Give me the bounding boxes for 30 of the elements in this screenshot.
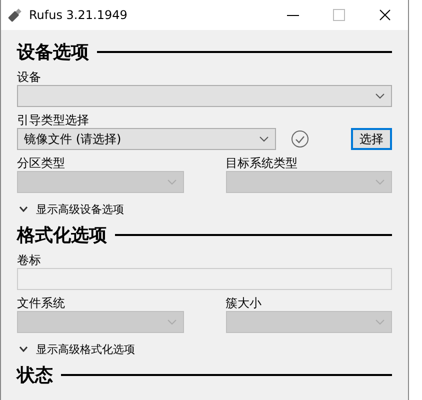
- field-label: 目标系统类型: [226, 155, 298, 171]
- field-label: 引导类型选择: [17, 112, 90, 128]
- field-label: 文件系统: [17, 295, 66, 311]
- close-icon: [379, 9, 391, 21]
- input-field[interactable]: [17, 268, 392, 290]
- field-label: 卷标: [17, 252, 42, 268]
- expander-toggle[interactable]: 显示高级设备选项: [17, 201, 124, 217]
- expander-toggle[interactable]: 显示高级格式化选项: [17, 341, 135, 357]
- chevron-down-icon: [375, 179, 385, 185]
- chevron-down-icon: [166, 179, 176, 185]
- usb-drive-icon: [7, 7, 23, 23]
- field-label: 分区类型: [17, 155, 66, 171]
- chevron-down-icon: [166, 319, 176, 325]
- maximize-icon: [333, 9, 345, 21]
- select-button[interactable]: 选择: [351, 128, 392, 150]
- chevron-down-icon: [259, 136, 269, 142]
- chevron-down-icon: [375, 319, 385, 325]
- chevron-down-icon: [375, 93, 385, 99]
- section-heading: 状态: [17, 364, 53, 387]
- dropdown[interactable]: 镜像文件 (请选择): [17, 128, 276, 150]
- dropdown[interactable]: [17, 85, 392, 107]
- field-label: 簇大小: [226, 295, 262, 311]
- minimize-icon: [287, 14, 299, 16]
- field-label: 设备: [17, 69, 42, 85]
- chevron-icon: [19, 346, 28, 352]
- section-heading: 设备选项: [17, 41, 89, 64]
- window-title: Rufus 3.21.1949: [29, 8, 128, 22]
- section-heading: 格式化选项: [17, 224, 107, 247]
- chevron-icon: [19, 206, 28, 212]
- check-circle-icon[interactable]: [291, 130, 309, 148]
